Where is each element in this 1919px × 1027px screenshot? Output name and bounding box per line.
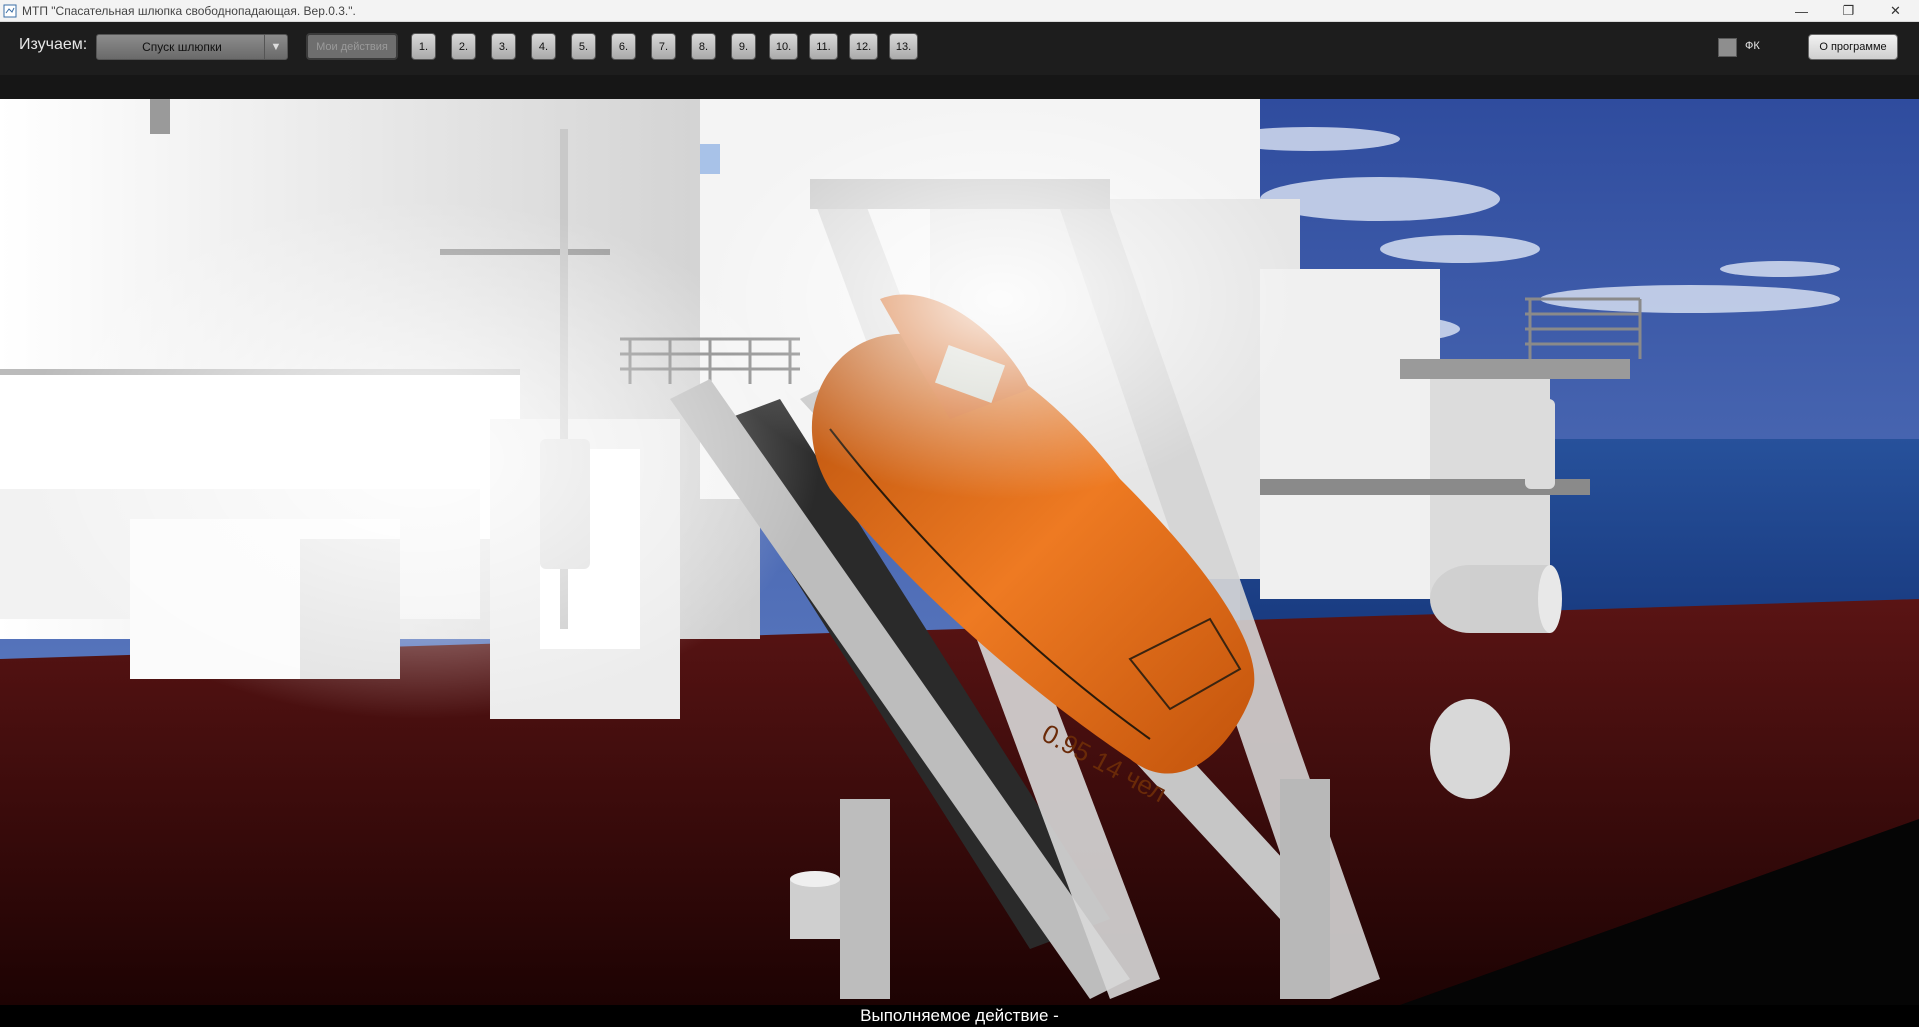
- step-button-13[interactable]: 13.: [889, 33, 918, 60]
- app-icon: [3, 4, 17, 17]
- haze: [20, 199, 820, 719]
- step-button-9[interactable]: 9.: [731, 33, 756, 60]
- status-bar: Выполняемое действие -: [0, 1005, 1919, 1027]
- dropdown-arrow-icon[interactable]: ▼: [264, 35, 287, 59]
- fk-checkbox[interactable]: [1718, 38, 1737, 57]
- fk-label: ФК: [1745, 40, 1760, 52]
- window-title: МТП "Спасательная шлюпка свободнопадающа…: [22, 3, 356, 18]
- my-actions-button[interactable]: Мои действия: [306, 33, 398, 60]
- current-action-text: Выполняемое действие -: [860, 1006, 1059, 1025]
- step-button-11[interactable]: 11.: [809, 33, 838, 60]
- step-button-6[interactable]: 6.: [611, 33, 636, 60]
- toolbar-strip: [0, 75, 1919, 99]
- about-button[interactable]: О программе: [1808, 34, 1898, 60]
- 3d-viewport[interactable]: 0.95 14 чел: [0, 99, 1919, 1005]
- maximize-button[interactable]: ❐: [1825, 0, 1872, 22]
- window-titlebar: МТП "Спасательная шлюпка свободнопадающа…: [0, 0, 1919, 22]
- scenario-select-value: Спуск шлюпки: [142, 40, 222, 54]
- window-controls: — ❐ ✕: [1778, 0, 1919, 22]
- step-button-5[interactable]: 5.: [571, 33, 596, 60]
- study-label: Изучаем:: [19, 36, 88, 53]
- step-button-12[interactable]: 12.: [849, 33, 878, 60]
- lifeboat-scene: 0.95 14 чел: [0, 99, 1919, 1005]
- step-button-4[interactable]: 4.: [531, 33, 556, 60]
- haze: [700, 99, 1300, 499]
- step-button-8[interactable]: 8.: [691, 33, 716, 60]
- minimize-button[interactable]: —: [1778, 0, 1825, 22]
- toolbar: Изучаем: Спуск шлюпки ▼ Мои действия 1. …: [0, 22, 1919, 75]
- step-button-2[interactable]: 2.: [451, 33, 476, 60]
- step-button-10[interactable]: 10.: [769, 33, 798, 60]
- step-button-7[interactable]: 7.: [651, 33, 676, 60]
- step-button-1[interactable]: 1.: [411, 33, 436, 60]
- step-button-3[interactable]: 3.: [491, 33, 516, 60]
- close-button[interactable]: ✕: [1872, 0, 1919, 22]
- scenario-select[interactable]: Спуск шлюпки ▼: [96, 34, 288, 60]
